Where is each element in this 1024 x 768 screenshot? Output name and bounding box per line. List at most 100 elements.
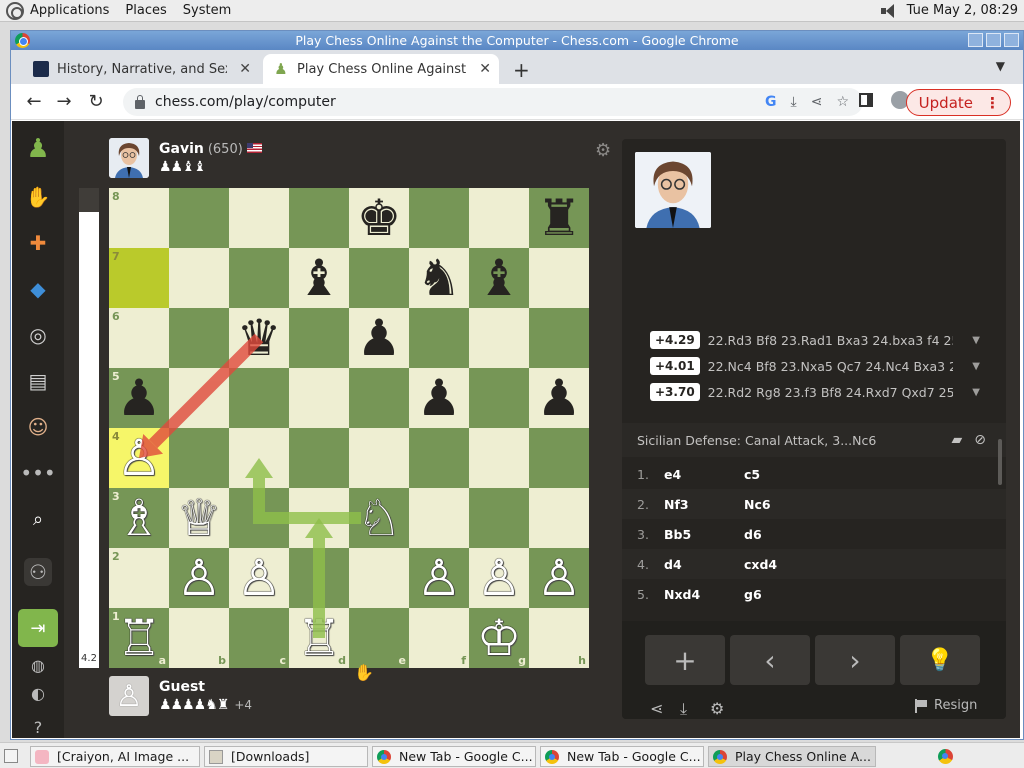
engine-line[interactable]: +4.29 22.Rd3 Bf8 23.Rad1 Bxa3 24.bxa3 f4… <box>650 329 980 351</box>
menu-system[interactable]: System <box>183 3 231 18</box>
settings-gear-icon[interactable]: ⚙ <box>710 699 724 718</box>
square-f3[interactable] <box>409 488 469 548</box>
taskbar-item[interactable]: New Tab - Google C... <box>372 746 536 767</box>
menu-applications[interactable]: Applications <box>30 3 109 18</box>
square-b8[interactable] <box>169 188 229 248</box>
chess-logo-icon[interactable]: ♟ <box>24 134 52 164</box>
white-piece-g1[interactable]: ♔ <box>469 608 529 668</box>
explorer-compass-icon[interactable]: ⊘ <box>974 432 986 448</box>
minimize-button[interactable] <box>968 33 983 47</box>
taskbar-item[interactable]: [Downloads] <box>204 746 368 767</box>
square-b6[interactable] <box>169 308 229 368</box>
hint-lightbulb-icon[interactable]: 💡 <box>900 635 980 685</box>
more-icon[interactable]: ••• <box>20 459 55 487</box>
square-a8[interactable]: 8 <box>109 188 169 248</box>
clock[interactable]: Tue May 2, 08:29 <box>907 3 1018 18</box>
square-f1[interactable]: f <box>409 608 469 668</box>
white-piece-b3[interactable]: ♕ <box>169 488 229 548</box>
new-tab-icon[interactable]: + <box>513 58 530 82</box>
white-piece-a4[interactable]: ♙ <box>109 428 169 488</box>
opponent-name[interactable]: Gavin <box>159 141 204 157</box>
black-move[interactable]: c5 <box>744 467 824 482</box>
close-window-button[interactable] <box>1004 33 1019 47</box>
white-piece-f2[interactable]: ♙ <box>409 548 469 608</box>
square-c7[interactable] <box>229 248 289 308</box>
opening-book-icon[interactable]: ▰ <box>951 432 962 448</box>
square-d3[interactable] <box>289 488 349 548</box>
square-e1[interactable]: e <box>349 608 409 668</box>
square-c1[interactable]: c <box>229 608 289 668</box>
taskbar-item[interactable]: [Craiyon, AI Image ... <box>30 746 200 767</box>
chrome-tray-icon[interactable] <box>938 749 953 764</box>
black-piece-d7[interactable]: ♝ <box>289 248 349 308</box>
language-icon[interactable]: ◍ <box>24 651 52 679</box>
download-icon[interactable]: ⤓ <box>680 699 687 719</box>
square-f6[interactable] <box>409 308 469 368</box>
square-h4[interactable] <box>529 428 589 488</box>
square-h3[interactable] <box>529 488 589 548</box>
url-text[interactable]: chess.com/play/computer <box>155 94 336 110</box>
square-d2[interactable] <box>289 548 349 608</box>
square-c4[interactable] <box>229 428 289 488</box>
install-app-icon[interactable]: ⤓ <box>791 94 797 110</box>
white-move[interactable]: Nxd4 <box>664 587 744 602</box>
watch-icon[interactable]: ◎ <box>24 321 52 349</box>
white-move[interactable]: d4 <box>664 557 744 572</box>
log-in-icon[interactable]: ⇥ <box>18 609 58 647</box>
google-translate-icon[interactable]: G <box>765 94 777 110</box>
square-d8[interactable] <box>289 188 349 248</box>
square-f8[interactable] <box>409 188 469 248</box>
back-icon[interactable]: ← <box>25 91 43 112</box>
square-b7[interactable] <box>169 248 229 308</box>
play-icon[interactable]: ✋ <box>24 183 52 211</box>
square-g4[interactable] <box>469 428 529 488</box>
square-e7[interactable] <box>349 248 409 308</box>
black-piece-a5[interactable]: ♟ <box>109 368 169 428</box>
square-h6[interactable] <box>529 308 589 368</box>
square-e4[interactable] <box>349 428 409 488</box>
square-b4[interactable] <box>169 428 229 488</box>
guest-avatar[interactable]: ♙ <box>109 676 149 716</box>
tab-chess[interactable]: ♟ Play Chess Online Against the ✕ <box>263 54 499 84</box>
white-piece-h2[interactable]: ♙ <box>529 548 589 608</box>
tab-history[interactable]: History, Narrative, and Sexual ✕ <box>23 54 259 84</box>
help-icon[interactable]: ? <box>24 713 52 738</box>
menu-places[interactable]: Places <box>125 3 166 18</box>
square-g6[interactable] <box>469 308 529 368</box>
white-piece-e3[interactable]: ♘ <box>349 488 409 548</box>
previous-move-icon[interactable]: ‹ <box>730 635 810 685</box>
black-move[interactable]: d6 <box>744 527 824 542</box>
forward-icon[interactable]: → <box>55 91 73 112</box>
square-g3[interactable] <box>469 488 529 548</box>
white-move[interactable]: Nf3 <box>664 497 744 512</box>
close-tab-icon[interactable]: ✕ <box>239 61 251 77</box>
square-f4[interactable] <box>409 428 469 488</box>
square-a2[interactable]: 2 <box>109 548 169 608</box>
learn-icon[interactable]: ◆ <box>24 275 52 303</box>
square-e2[interactable] <box>349 548 409 608</box>
black-piece-c6[interactable]: ♛ <box>229 308 289 368</box>
black-move[interactable]: g6 <box>744 587 824 602</box>
new-game-plus-icon[interactable]: + <box>645 635 725 685</box>
tab-search-chevron-icon[interactable]: ▼ <box>996 59 1005 73</box>
square-e5[interactable] <box>349 368 409 428</box>
square-h1[interactable]: h <box>529 608 589 668</box>
share-icon[interactable]: ⋖ <box>811 94 823 110</box>
bookmark-star-icon[interactable]: ☆ <box>836 94 849 110</box>
engine-line[interactable]: +3.70 22.Rd2 Rg8 23.f3 Bf8 24.Rxd7 Qxd7 … <box>650 381 980 403</box>
black-piece-h5[interactable]: ♟ <box>529 368 589 428</box>
sign-up-icon[interactable]: ⚇ <box>24 558 52 586</box>
side-panel-icon[interactable] <box>859 93 873 107</box>
search-icon[interactable]: ⌕ <box>24 505 52 533</box>
white-piece-c2[interactable]: ♙ <box>229 548 289 608</box>
square-h7[interactable] <box>529 248 589 308</box>
puzzles-icon[interactable]: ✚ <box>24 229 52 257</box>
close-tab-icon[interactable]: ✕ <box>479 61 491 77</box>
window-titlebar[interactable]: Play Chess Online Against the Computer -… <box>11 31 1023 50</box>
update-button[interactable]: Update ⋮ <box>905 89 1011 116</box>
square-d6[interactable] <box>289 308 349 368</box>
black-piece-f7[interactable]: ♞ <box>409 248 469 308</box>
square-b5[interactable] <box>169 368 229 428</box>
white-piece-a1[interactable]: ♖ <box>109 608 169 668</box>
white-piece-a3[interactable]: ♗ <box>109 488 169 548</box>
